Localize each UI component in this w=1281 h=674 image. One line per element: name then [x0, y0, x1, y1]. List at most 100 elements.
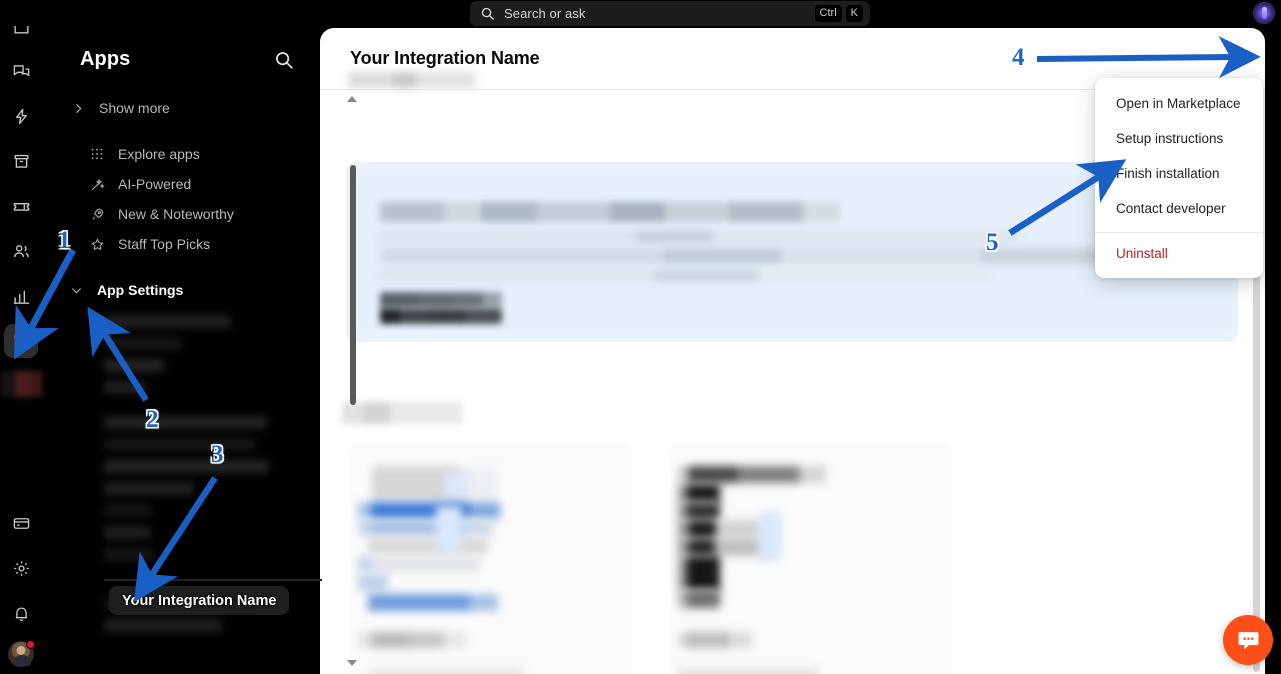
menu-item-uninstall[interactable]: Uninstall: [1095, 236, 1263, 271]
hero-button-redacted[interactable]: [380, 308, 502, 324]
content-card[interactable]: [670, 442, 952, 674]
rail-top-group: [4, 0, 38, 369]
sidebar-scroll-down-arrow[interactable]: [347, 660, 357, 666]
annotation-number-5: 5: [986, 229, 999, 256]
menu-item-setup-instructions[interactable]: Setup instructions: [1095, 121, 1263, 156]
card-line-redacted: [368, 538, 488, 554]
chevron-right-icon: [70, 100, 86, 116]
user-avatar[interactable]: [8, 640, 35, 667]
search-shortcut: Ctrl K: [814, 5, 863, 22]
card-line-redacted: [678, 520, 768, 538]
ticket-icon[interactable]: [4, 189, 38, 223]
apps-grid-plus-icon[interactable]: [4, 324, 38, 358]
gear-icon[interactable]: [4, 551, 38, 585]
sidebar-title: Apps: [80, 48, 131, 70]
top-bar: Search or ask Ctrl K: [0, 0, 1281, 26]
sidebar-tooltip: Your Integration Name: [109, 586, 290, 615]
hero-line-redacted: [380, 230, 1020, 244]
list-item[interactable]: [104, 460, 269, 473]
sidebar-item-label: Explore apps: [118, 146, 200, 162]
card-line-redacted: [372, 466, 498, 500]
notification-dot: [26, 640, 35, 649]
sidebar-item-explore-apps[interactable]: Explore apps: [42, 139, 319, 169]
list-item[interactable]: [104, 359, 164, 372]
sidebar-item-label: AI-Powered: [118, 176, 192, 192]
sidebar-item-ai-powered[interactable]: AI-Powered: [42, 169, 319, 199]
star-icon: [89, 236, 105, 252]
annotation-number-4: 4: [1012, 44, 1025, 71]
list-item[interactable]: [104, 315, 231, 328]
sidebar-scrollbar[interactable]: [350, 165, 356, 405]
list-item[interactable]: [104, 381, 146, 394]
sidebar-item-staff-top-picks[interactable]: Staff Top Picks: [42, 229, 319, 259]
hero-line-redacted: [380, 202, 840, 222]
sidebar-section-label: App Settings: [97, 282, 184, 298]
list-item[interactable]: [104, 482, 194, 495]
more-actions-button[interactable]: [1217, 46, 1243, 72]
chat-bubble-icon[interactable]: [1223, 615, 1273, 665]
chevron-down-icon: [68, 282, 84, 298]
annotation-number-3: 3: [211, 441, 224, 468]
sidebar-item-new-noteworthy[interactable]: New & Noteworthy: [42, 199, 319, 229]
app-root: Search or ask Ctrl K Apps Show more Expl…: [0, 0, 1281, 674]
kebab-dot: [1228, 56, 1232, 61]
people-icon[interactable]: [4, 234, 38, 268]
card-accent-redacted: [445, 472, 467, 500]
list-item[interactable]: [104, 548, 154, 561]
chat-icon[interactable]: [4, 54, 38, 88]
sidebar-blurred-items[interactable]: [42, 315, 319, 561]
nav-gap: [42, 259, 319, 275]
list-item[interactable]: [104, 619, 222, 632]
sidebar-nav: Show more Explore apps AI-Powered New & …: [42, 71, 319, 305]
menu-divider: [1095, 232, 1263, 233]
card-line-redacted: [678, 484, 720, 502]
menu-item-open-in-marketplace[interactable]: Open in Marketplace: [1095, 86, 1263, 121]
menu-item-contact-developer[interactable]: Contact developer: [1095, 191, 1263, 226]
menu-item-finish-installation[interactable]: Finish installation: [1095, 156, 1263, 191]
hero-button-redacted[interactable]: [380, 292, 502, 308]
search-icon[interactable]: [273, 49, 295, 71]
list-item[interactable]: [104, 337, 182, 350]
section-heading-redacted: [342, 402, 462, 424]
list-item[interactable]: [104, 526, 150, 539]
card-highlight-redacted: [358, 502, 500, 519]
sidebar-scroll-up-arrow[interactable]: [347, 96, 357, 102]
card-line-redacted: [358, 574, 388, 591]
more-actions-menu: Open in Marketplace Setup instructions F…: [1095, 78, 1263, 278]
sidebar-item-show-more[interactable]: Show more: [42, 93, 319, 123]
kebab-dot: [1221, 56, 1226, 61]
card-paragraph-redacted: [368, 668, 524, 674]
archive-icon[interactable]: [4, 144, 38, 178]
card-line-redacted: [358, 632, 468, 648]
rocket-icon: [89, 206, 105, 222]
lightning-icon[interactable]: [4, 99, 38, 133]
card-line-redacted: [358, 556, 480, 572]
list-item[interactable]: [104, 438, 256, 451]
rail-blurred-item[interactable]: [0, 371, 42, 397]
page-title: Your Integration Name: [350, 48, 540, 68]
hero-line-redacted: [380, 268, 990, 282]
sidebar-item-label: Staff Top Picks: [118, 236, 211, 252]
hero-line-redacted: [380, 248, 1215, 264]
icon-rail: [0, 0, 42, 674]
bar-chart-icon[interactable]: [4, 279, 38, 313]
sidebar-section-app-settings[interactable]: App Settings: [42, 275, 319, 305]
search-icon: [480, 6, 495, 21]
card-accent-redacted: [436, 506, 462, 552]
annotation-number-2: 2: [146, 406, 159, 433]
card-accent-redacted: [758, 512, 782, 560]
list-item[interactable]: [104, 504, 152, 517]
sidebar-divider: [104, 579, 322, 581]
bell-icon[interactable]: [4, 596, 38, 630]
sidebar-item-label: New & Noteworthy: [118, 206, 234, 222]
card-line-redacted: [678, 538, 770, 556]
search-input[interactable]: Search or ask Ctrl K: [470, 1, 870, 26]
credit-card-icon[interactable]: [4, 506, 38, 540]
card-line-redacted: [358, 520, 493, 536]
card-line-redacted: [678, 590, 720, 608]
card-line-redacted: [678, 556, 720, 590]
content-card[interactable]: [350, 442, 632, 674]
avatar[interactable]: [1253, 2, 1275, 24]
shortcut-key: K: [845, 5, 863, 22]
list-item[interactable]: [104, 416, 267, 429]
